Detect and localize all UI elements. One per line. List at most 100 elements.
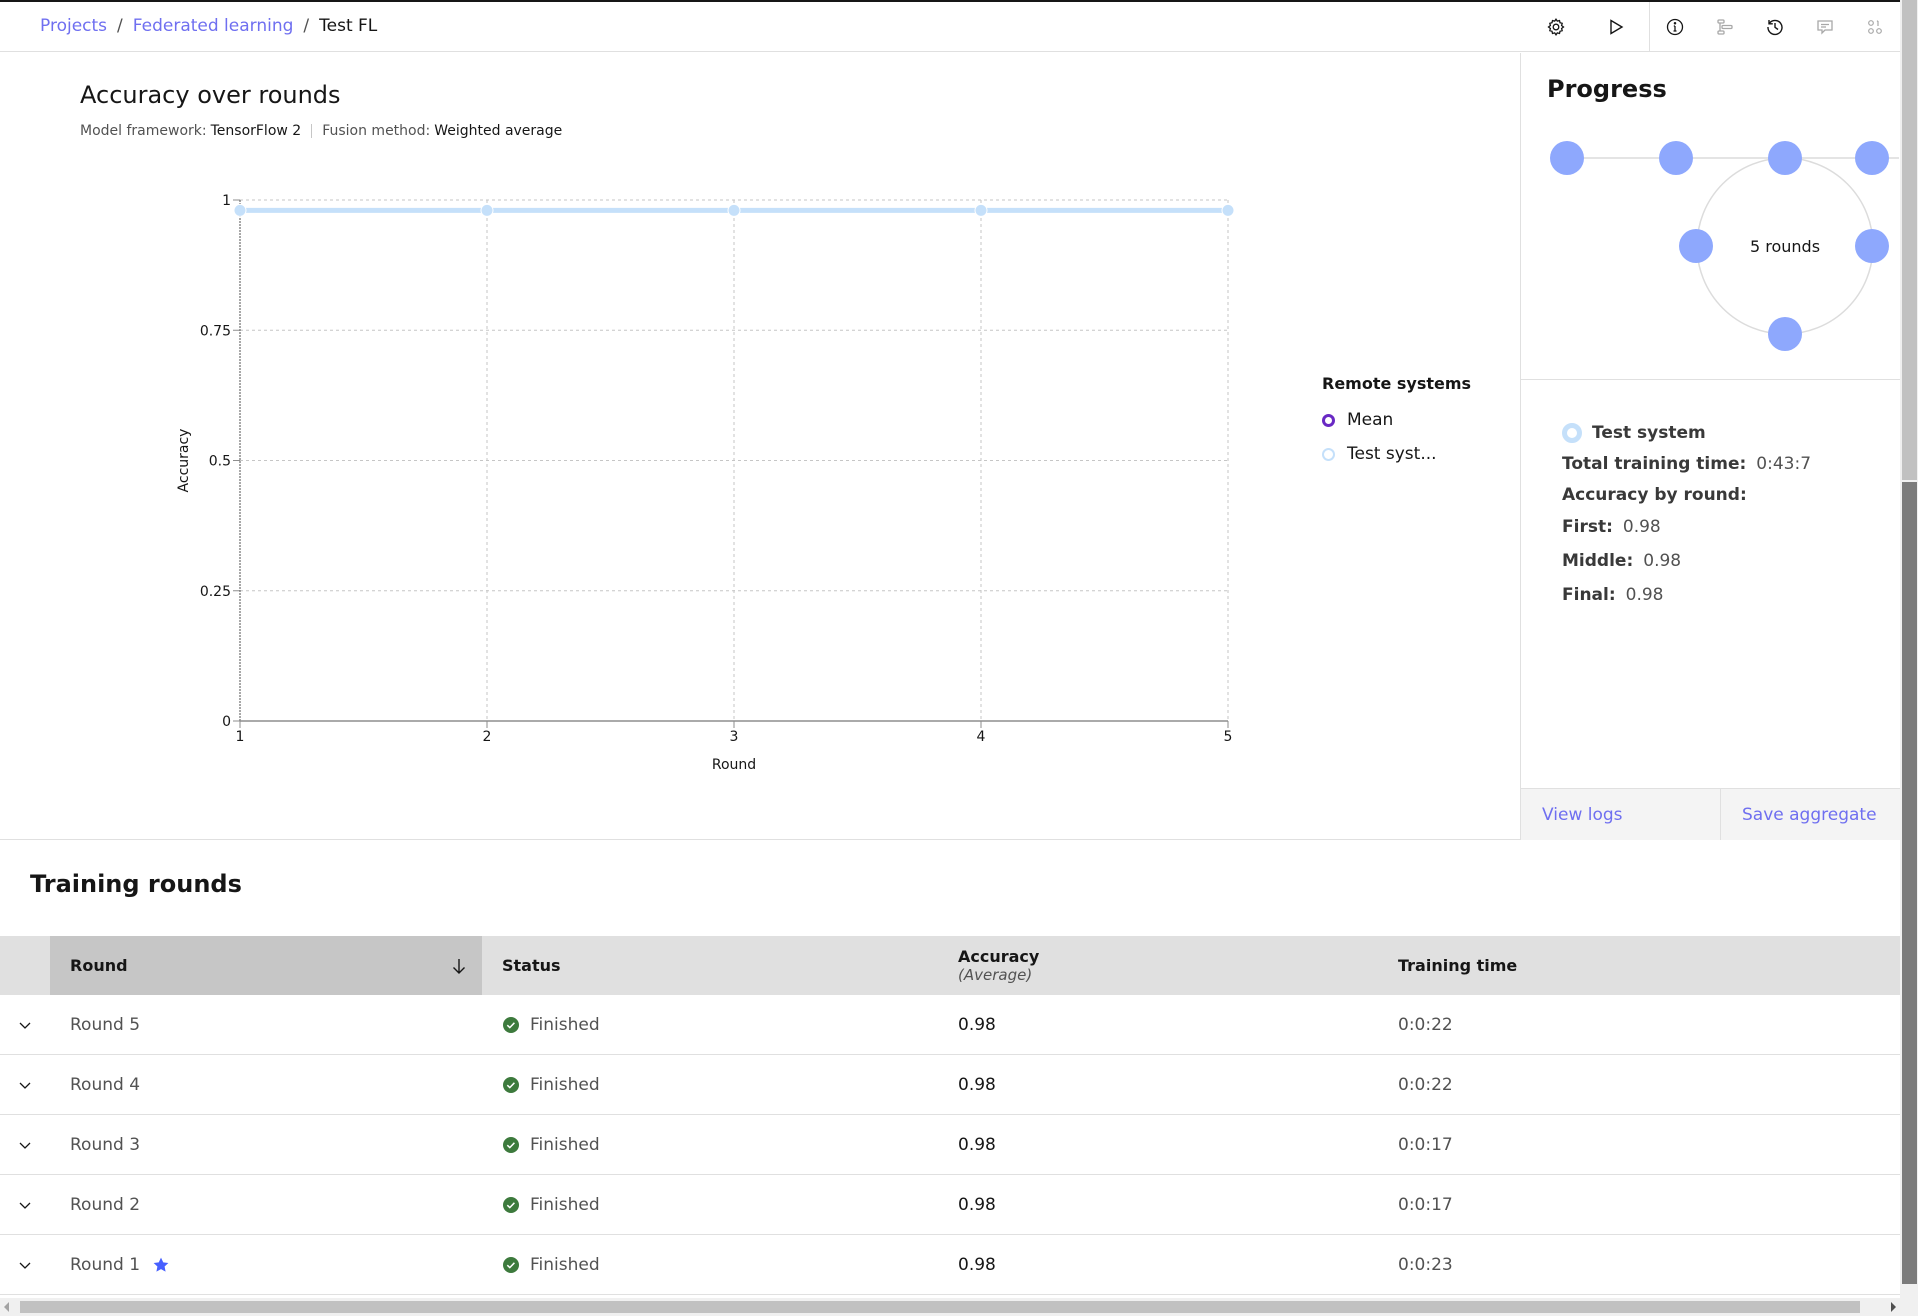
- play-icon: [1610, 19, 1624, 35]
- chevron-down-icon: [19, 1262, 31, 1269]
- star-icon: [153, 1257, 169, 1272]
- system-marker-icon: [1562, 422, 1582, 443]
- horizontal-scrollbar[interactable]: [0, 1298, 1900, 1316]
- scrollbar-thumb[interactable]: [1902, 482, 1917, 1284]
- legend-item-mean[interactable]: Mean: [1322, 403, 1471, 437]
- round-cell: Round 2: [50, 1195, 482, 1215]
- history-button[interactable]: [1750, 2, 1800, 52]
- settings-button[interactable]: [1531, 2, 1581, 52]
- status-text: Finished: [530, 1134, 600, 1155]
- x-tick-label: 5: [1224, 729, 1233, 745]
- round-column-header[interactable]: Round: [50, 936, 482, 995]
- lineage-button[interactable]: [1700, 2, 1750, 52]
- rounds-count-label: 5 rounds: [1750, 237, 1820, 256]
- info-button[interactable]: [1650, 2, 1700, 52]
- save-aggregate-link[interactable]: Save aggregate: [1721, 789, 1877, 840]
- training-time-column-header[interactable]: Training time: [1378, 936, 1517, 995]
- table-header: Round Status Accuracy (Average) Training…: [0, 936, 1900, 995]
- checkmark-filled-icon: [503, 1256, 519, 1273]
- accuracy-cell: 0.98: [958, 1254, 996, 1275]
- panel-divider: [1521, 379, 1901, 380]
- page-header: Projects / Federated learning / Test FL: [0, 2, 1900, 52]
- system-name-row: Test system: [1562, 417, 1811, 448]
- accuracy-column-header[interactable]: Accuracy (Average): [938, 936, 1378, 995]
- breadcrumb-federated-learning[interactable]: Federated learning: [133, 16, 294, 36]
- sort-descending-icon[interactable]: [450, 957, 468, 975]
- scroll-right-icon[interactable]: [1891, 1302, 1896, 1312]
- training-rounds-title: Training rounds: [30, 870, 242, 898]
- panel-actions: View logs Save aggregate: [1521, 788, 1901, 840]
- status-text: Finished: [530, 1194, 600, 1215]
- breadcrumb-separator: /: [303, 16, 310, 36]
- accuracy-cell: 0.98: [958, 1074, 996, 1095]
- status-cell: Finished: [482, 1195, 938, 1215]
- data-point: [1221, 203, 1235, 217]
- y-tick-label: 0.75: [200, 323, 231, 339]
- chevron-down-icon: [19, 1022, 31, 1029]
- accuracy-cell: 0.98: [958, 1014, 996, 1035]
- legend-marker-icon: [1322, 413, 1335, 427]
- accuracy-by-round: Accuracy by round:: [1562, 479, 1811, 510]
- breadcrumb-projects[interactable]: Projects: [40, 16, 107, 36]
- table-row[interactable]: Round 4 Finished 0.98 0:0:22: [0, 1055, 1900, 1115]
- middle-value: 0.98: [1643, 551, 1682, 571]
- breadcrumb-separator: /: [117, 16, 123, 36]
- expand-row-button[interactable]: [0, 1198, 50, 1212]
- x-tick-label: 2: [483, 729, 492, 745]
- view-logs-link[interactable]: View logs: [1521, 789, 1721, 840]
- accuracy-line-chart: 0 0.25 0.5 0.75 1 1 2 3 4 5 Round Accuracy: [176, 193, 1235, 773]
- progress-node: [1659, 141, 1693, 175]
- final-label: Final:: [1562, 585, 1616, 605]
- data-point: [727, 203, 741, 217]
- data-point: [974, 203, 988, 217]
- y-tick-label: 0.5: [209, 454, 231, 470]
- legend-item-test-system[interactable]: Test syst...: [1322, 437, 1471, 471]
- progress-title: Progress: [1547, 75, 1667, 103]
- run-button[interactable]: [1591, 2, 1641, 52]
- progress-node: [1855, 141, 1889, 175]
- legend-label: Mean: [1347, 410, 1394, 430]
- first-label: First:: [1562, 517, 1613, 537]
- training-time-cell: 0:0:17: [1398, 1134, 1453, 1155]
- toolbar: [1531, 2, 1900, 52]
- accuracy-header-sublabel: (Average): [958, 965, 1033, 984]
- vertical-scrollbar[interactable]: [1900, 0, 1918, 1316]
- progress-node: [1855, 229, 1889, 263]
- accuracy-chart-section: Accuracy over rounds Model framework: Te…: [0, 53, 1520, 840]
- status-column-header[interactable]: Status: [482, 936, 938, 995]
- variables-button[interactable]: [1850, 2, 1900, 52]
- system-info: Test system Total training time: 0:43:7 …: [1562, 417, 1811, 612]
- checkmark-filled-icon: [503, 1196, 519, 1213]
- y-tick-label: 1: [222, 193, 231, 209]
- history-icon: [1767, 19, 1783, 36]
- expand-column-header: [0, 936, 50, 995]
- round-name: Round 1: [70, 1254, 141, 1275]
- status-text: Finished: [530, 1074, 600, 1095]
- round-header-label: Round: [70, 956, 128, 975]
- expand-row-button[interactable]: [0, 1078, 50, 1092]
- breadcrumb-current: Test FL: [319, 16, 378, 36]
- progress-node: [1679, 229, 1713, 263]
- expand-row-button[interactable]: [0, 1018, 50, 1032]
- expand-row-button[interactable]: [0, 1258, 50, 1272]
- comment-icon: [1817, 20, 1833, 35]
- table-row[interactable]: Round 1 Finished 0.98 0:0:23: [0, 1235, 1900, 1295]
- status-cell: Finished: [482, 1135, 938, 1155]
- scroll-left-icon[interactable]: [4, 1302, 9, 1312]
- table-row[interactable]: Round 5 Finished 0.98 0:0:22: [0, 995, 1900, 1055]
- status-text: Finished: [530, 1254, 600, 1275]
- round-name: Round 3: [70, 1134, 141, 1155]
- training-time-cell: 0:0:17: [1398, 1194, 1453, 1215]
- expand-row-button[interactable]: [0, 1138, 50, 1152]
- middle-label: Middle:: [1562, 551, 1634, 571]
- comments-button[interactable]: [1800, 2, 1850, 52]
- tree-icon: [1717, 19, 1733, 35]
- table-row[interactable]: Round 3 Finished 0.98 0:0:17: [0, 1115, 1900, 1175]
- progress-panel: 5 rounds Progress Test system Total trai…: [1520, 53, 1901, 840]
- checkmark-filled-icon: [503, 1136, 519, 1153]
- table-row[interactable]: Round 2 Finished 0.98 0:0:17: [0, 1175, 1900, 1235]
- accuracy-cell: 0.98: [958, 1134, 996, 1155]
- scrollbar-thumb[interactable]: [20, 1301, 1860, 1313]
- chevron-down-icon: [19, 1142, 31, 1149]
- chevron-down-icon: [19, 1202, 31, 1209]
